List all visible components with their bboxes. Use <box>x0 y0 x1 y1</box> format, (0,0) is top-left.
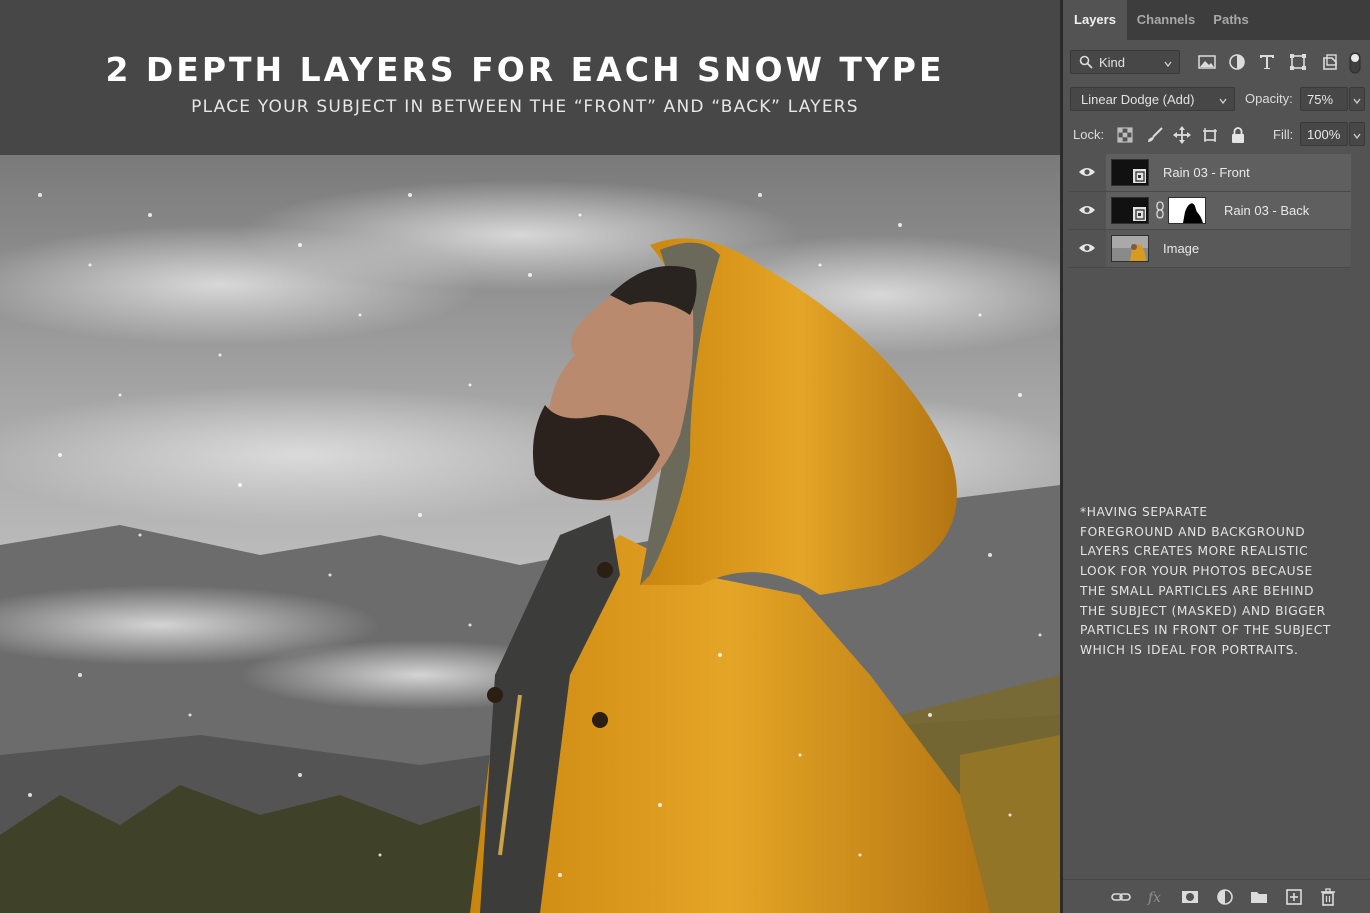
image-filter-icon[interactable] <box>1197 52 1217 72</box>
layer-name: Rain 03 - Back <box>1224 203 1310 218</box>
layers-panel: Layers Channels Paths Kind Linear Dodge … <box>1060 0 1370 913</box>
filter-kind-label: Kind <box>1099 55 1126 70</box>
link-layers-icon[interactable] <box>1111 887 1131 907</box>
lock-fill-row: Lock: Fill: 100% <box>1070 122 1365 148</box>
tab-channels[interactable]: Channels <box>1129 0 1203 40</box>
blend-mode-value: Linear Dodge (Add) <box>1081 92 1195 107</box>
visibility-eye-icon[interactable] <box>1078 204 1096 219</box>
layer-name: Rain 03 - Front <box>1163 165 1250 180</box>
mask-link-chain-icon[interactable] <box>1155 201 1165 222</box>
type-filter-icon[interactable] <box>1257 52 1277 72</box>
lock-label: Lock: <box>1073 127 1105 142</box>
panel-tabs: Layers Channels Paths <box>1063 0 1370 40</box>
layer-mask-thumbnail[interactable] <box>1168 197 1206 224</box>
fill-slider-button[interactable] <box>1349 122 1365 146</box>
promo-title: 2 DEPTH LAYERS FOR EACH SNOW TYPE <box>105 50 945 89</box>
chevron-down-icon <box>1163 57 1173 72</box>
opacity-input[interactable]: 75% <box>1300 87 1348 111</box>
opacity-value: 75% <box>1307 92 1334 107</box>
explanation-note: *HAVING SEPARATE FOREGROUND AND BACKGROU… <box>1080 505 1331 657</box>
layers-panel-toolbar: fx <box>1063 879 1370 913</box>
group-folder-icon[interactable] <box>1249 887 1269 907</box>
chevron-down-icon <box>1352 129 1362 144</box>
opacity-label: Opacity: <box>1245 91 1293 106</box>
chevron-down-icon <box>1218 94 1228 109</box>
lock-position-move-icon[interactable] <box>1172 125 1192 145</box>
layer-list: Rain 03 - Front Rain 03 - Back Image <box>1068 154 1351 268</box>
fx-icon[interactable]: fx <box>1146 887 1166 907</box>
fill-label: Fill: <box>1273 127 1294 142</box>
promo-area: 2 DEPTH LAYERS FOR EACH SNOW TYPE PLACE … <box>0 0 1060 913</box>
promo-header: 2 DEPTH LAYERS FOR EACH SNOW TYPE PLACE … <box>0 0 1060 155</box>
layer-thumbnail <box>1111 235 1149 262</box>
fill-value: 100% <box>1307 127 1341 142</box>
layer-body[interactable]: Image <box>1106 230 1351 267</box>
filter-kind-dropdown[interactable]: Kind <box>1070 50 1180 74</box>
tab-layers[interactable]: Layers <box>1063 0 1127 40</box>
fill-input[interactable]: 100% <box>1300 122 1348 146</box>
visibility-eye-icon[interactable] <box>1078 242 1096 257</box>
promo-subtitle: PLACE YOUR SUBJECT IN BETWEEN THE “FRONT… <box>191 97 859 117</box>
adjustment-layer-icon[interactable] <box>1215 887 1235 907</box>
filter-toggle-icon[interactable] <box>1349 52 1361 74</box>
blend-opacity-row: Linear Dodge (Add) Opacity: 75% <box>1070 87 1365 113</box>
layer-filter-row: Kind <box>1070 50 1365 76</box>
search-icon <box>1079 55 1093 72</box>
layer-thumbnail <box>1111 197 1149 224</box>
svg-text:fx: fx <box>1147 890 1161 906</box>
blend-mode-dropdown[interactable]: Linear Dodge (Add) <box>1070 87 1235 111</box>
rain-portrait-photo <box>0 155 1060 913</box>
layer-name: Image <box>1163 241 1200 256</box>
shape-filter-icon[interactable] <box>1288 52 1308 72</box>
layer-thumbnail <box>1111 159 1149 186</box>
visibility-eye-icon[interactable] <box>1078 166 1096 181</box>
trash-icon[interactable] <box>1318 887 1338 907</box>
adjustment-filter-icon[interactable] <box>1227 52 1247 72</box>
layer-row-image[interactable]: Image <box>1068 230 1351 268</box>
lock-image-pixels-brush-icon[interactable] <box>1145 125 1165 145</box>
chevron-down-icon <box>1352 94 1362 109</box>
lock-artboard-icon[interactable] <box>1200 125 1220 145</box>
layer-row-rain-back[interactable]: Rain 03 - Back <box>1068 192 1351 230</box>
lock-transparent-pixels-icon[interactable] <box>1115 125 1135 145</box>
layer-body[interactable]: Rain 03 - Front <box>1106 154 1351 191</box>
add-mask-icon[interactable] <box>1180 887 1200 907</box>
smart-object-filter-icon[interactable] <box>1320 52 1340 72</box>
lock-all-icon[interactable] <box>1228 125 1248 145</box>
layer-body[interactable]: Rain 03 - Back <box>1106 192 1351 229</box>
tab-paths[interactable]: Paths <box>1205 0 1257 40</box>
opacity-slider-button[interactable] <box>1349 87 1365 111</box>
new-layer-icon[interactable] <box>1284 887 1304 907</box>
layer-row-rain-front[interactable]: Rain 03 - Front <box>1068 154 1351 192</box>
